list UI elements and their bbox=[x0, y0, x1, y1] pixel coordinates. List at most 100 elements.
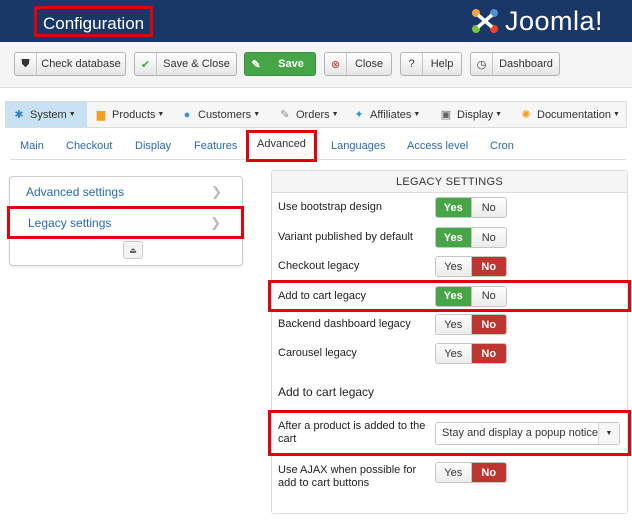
no-option[interactable]: No bbox=[471, 463, 506, 482]
close-icon: ⊗ bbox=[325, 53, 347, 75]
tab-access-level[interactable]: Access level bbox=[407, 132, 468, 160]
setting-row-carousel-legacy: Carousel legacy Yes No bbox=[272, 339, 627, 368]
menu-label-display: Display bbox=[457, 108, 494, 121]
toolbar: ⛊ Check database ✔ Save & Close ✎ Save ⊗… bbox=[0, 42, 632, 88]
products-icon: ▆ bbox=[96, 109, 106, 121]
header-bar: Configuration Joomla! bbox=[0, 0, 632, 42]
setting-row-checkout-legacy: Checkout legacy Yes No bbox=[272, 252, 627, 281]
yes-option[interactable]: Yes bbox=[436, 286, 472, 306]
close-label: Close bbox=[354, 58, 384, 70]
orders-icon: ✎ bbox=[280, 109, 290, 121]
legacy-settings-panel: LEGACY SETTINGS Use bootstrap design Yes… bbox=[268, 170, 631, 514]
yes-no-toggle: Yes No bbox=[435, 462, 507, 483]
shield-icon: ⛊ bbox=[15, 53, 37, 75]
caret-down-icon: ▼ bbox=[331, 111, 339, 118]
help-button[interactable]: ? Help bbox=[400, 52, 462, 76]
setting-label: Use AJAX when possible for add to cart b… bbox=[278, 464, 417, 489]
sidenav-item-legacy-settings[interactable]: Legacy settings ❯ bbox=[7, 206, 244, 239]
tab-languages[interactable]: Languages bbox=[331, 132, 385, 160]
sidenav-item-advanced-settings[interactable]: Advanced settings ❯ bbox=[10, 177, 242, 207]
collapse-sidenav-button[interactable]: ⏏ bbox=[123, 241, 143, 259]
check-icon: ✔ bbox=[135, 53, 157, 75]
select-value: Stay and display a popup notice bbox=[442, 427, 598, 439]
menu-item-documentation[interactable]: ✺ Documentation ▼ bbox=[513, 102, 627, 127]
setting-label: Checkout legacy bbox=[278, 260, 360, 272]
yes-no-toggle: Yes No bbox=[435, 285, 507, 307]
yes-option[interactable]: Yes bbox=[436, 257, 472, 276]
yes-no-toggle: Yes No bbox=[435, 314, 507, 335]
caret-down-icon: ▼ bbox=[495, 111, 503, 118]
check-database-button[interactable]: ⛊ Check database bbox=[14, 52, 126, 76]
menu-label-system: System bbox=[30, 108, 67, 121]
yes-option[interactable]: Yes bbox=[436, 198, 472, 217]
after-add-to-cart-select[interactable]: Stay and display a popup notice ▼ bbox=[435, 421, 620, 445]
setting-row-variant-published: Variant published by default Yes No bbox=[272, 223, 627, 252]
menu-label-products: Products bbox=[112, 108, 156, 121]
sidenav-label-advanced-settings: Advanced settings bbox=[26, 184, 125, 199]
sidenav-label-legacy-settings: Legacy settings bbox=[28, 215, 112, 230]
menu-item-system[interactable]: ✱ System ▼ bbox=[6, 102, 87, 127]
customers-icon: ● bbox=[183, 108, 191, 121]
setting-row-after-add-to-cart: After a product is added to the cart Sta… bbox=[268, 410, 631, 456]
tab-main[interactable]: Main bbox=[20, 132, 44, 160]
tab-display[interactable]: Display bbox=[135, 132, 171, 160]
tab-cron[interactable]: Cron bbox=[490, 132, 514, 160]
documentation-icon: ✺ bbox=[521, 109, 531, 121]
yes-no-toggle: Yes No bbox=[435, 227, 507, 248]
section-title-add-to-cart: Add to cart legacy bbox=[278, 385, 375, 399]
tab-advanced[interactable]: Advanced bbox=[246, 130, 317, 162]
no-option[interactable]: No bbox=[471, 198, 506, 217]
affiliates-icon: ✦ bbox=[354, 109, 364, 121]
dashboard-label: Dashboard bbox=[499, 58, 553, 70]
menu-label-customers: Customers bbox=[198, 108, 252, 121]
menu-item-display[interactable]: ▣ Display ▼ bbox=[433, 102, 511, 127]
setting-row-backend-dashboard-legacy: Backend dashboard legacy Yes No bbox=[272, 310, 627, 339]
wrench-icon: ✱ bbox=[14, 109, 24, 121]
yes-option[interactable]: Yes bbox=[436, 315, 472, 334]
caret-down-icon: ▼ bbox=[597, 422, 619, 444]
yes-no-toggle: Yes No bbox=[435, 343, 507, 364]
no-option[interactable]: No bbox=[471, 228, 506, 247]
panel-title: LEGACY SETTINGS bbox=[272, 171, 627, 193]
no-option[interactable]: No bbox=[471, 315, 506, 334]
setting-row-use-ajax: Use AJAX when possible for add to cart b… bbox=[272, 458, 627, 496]
yes-option[interactable]: Yes bbox=[436, 228, 472, 247]
setting-label: After a product is added to the cart bbox=[278, 420, 426, 445]
help-label: Help bbox=[430, 58, 454, 70]
menu-item-affiliates[interactable]: ✦ Affiliates ▼ bbox=[346, 102, 430, 127]
save-close-label: Save & Close bbox=[163, 58, 230, 70]
check-database-label: Check database bbox=[41, 58, 121, 70]
yes-no-toggle: Yes No bbox=[435, 256, 507, 277]
tab-features[interactable]: Features bbox=[194, 132, 237, 160]
menu-item-orders[interactable]: ✎ Orders ▼ bbox=[272, 102, 346, 127]
dashboard-icon: ◷ bbox=[471, 53, 493, 75]
yes-option[interactable]: Yes bbox=[436, 344, 472, 363]
page-title: Configuration bbox=[34, 6, 154, 37]
caret-down-icon: ▼ bbox=[253, 111, 261, 118]
close-button[interactable]: ⊗ Close bbox=[324, 52, 392, 76]
joomla-logo-text: Joomla! bbox=[505, 5, 604, 36]
caret-down-icon: ▼ bbox=[413, 111, 421, 118]
chevron-right-icon: ❯ bbox=[210, 214, 221, 230]
save-close-button[interactable]: ✔ Save & Close bbox=[134, 52, 237, 76]
no-option[interactable]: No bbox=[471, 344, 506, 363]
save-button[interactable]: ✎ Save bbox=[244, 52, 316, 76]
chevron-right-icon: ❯ bbox=[211, 183, 222, 199]
setting-row-add-to-cart-legacy: Add to cart legacy Yes No bbox=[268, 280, 631, 312]
tab-checkout[interactable]: Checkout bbox=[66, 132, 112, 160]
no-option[interactable]: No bbox=[471, 286, 506, 306]
joomla-logo-icon bbox=[472, 9, 498, 33]
edit-icon: ✎ bbox=[251, 58, 261, 71]
yes-option[interactable]: Yes bbox=[436, 463, 472, 482]
setting-label: Carousel legacy bbox=[278, 347, 357, 359]
dashboard-button[interactable]: ◷ Dashboard bbox=[470, 52, 560, 76]
menu-item-customers[interactable]: ● Customers ▼ bbox=[174, 102, 266, 127]
save-label: Save bbox=[278, 58, 304, 70]
menu-item-products[interactable]: ▆ Products ▼ bbox=[88, 102, 180, 127]
menu-label-orders: Orders bbox=[296, 108, 330, 121]
menu-label-affiliates: Affiliates bbox=[370, 108, 412, 121]
eject-icon: ⏏ bbox=[129, 245, 137, 255]
caret-down-icon: ▼ bbox=[613, 111, 620, 118]
no-option[interactable]: No bbox=[471, 257, 506, 276]
settings-sidenav: Advanced settings ❯ Legacy settings ❯ ⏏ bbox=[7, 176, 244, 266]
